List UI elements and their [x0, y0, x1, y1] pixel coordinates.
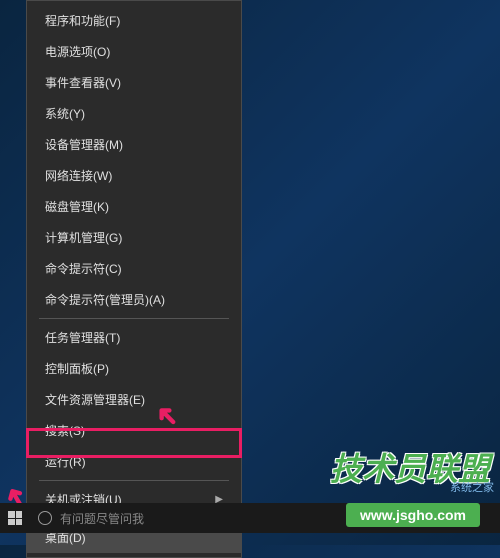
menu-separator — [39, 318, 229, 319]
menu-label: 任务管理器(T) — [45, 329, 120, 346]
cortana-search[interactable]: 有问题尽管问我 — [30, 510, 152, 527]
menu-item-control-panel[interactable]: 控制面板(P) — [27, 353, 241, 384]
menu-label: 搜索(S) — [45, 422, 85, 439]
menu-item-task-manager[interactable]: 任务管理器(T) — [27, 322, 241, 353]
menu-item-search[interactable]: 搜索(S) — [27, 415, 241, 446]
menu-item-device-manager[interactable]: 设备管理器(M) — [27, 129, 241, 160]
menu-separator — [39, 480, 229, 481]
cortana-icon — [38, 511, 52, 525]
menu-item-run[interactable]: 运行(R) — [27, 446, 241, 477]
menu-item-system[interactable]: 系统(Y) — [27, 98, 241, 129]
menu-label: 运行(R) — [45, 453, 86, 470]
menu-item-command-prompt-admin[interactable]: 命令提示符(管理员)(A) — [27, 284, 241, 315]
menu-item-disk-management[interactable]: 磁盘管理(K) — [27, 191, 241, 222]
menu-label: 文件资源管理器(E) — [45, 391, 145, 408]
menu-item-network-connections[interactable]: 网络连接(W) — [27, 160, 241, 191]
winx-context-menu: 程序和功能(F) 电源选项(O) 事件查看器(V) 系统(Y) 设备管理器(M)… — [26, 0, 242, 558]
menu-label: 设备管理器(M) — [45, 136, 123, 153]
windows-logo-icon — [8, 511, 22, 525]
watermark-small-text: 系统之家 — [450, 479, 494, 495]
menu-label: 计算机管理(G) — [45, 229, 122, 246]
menu-label: 控制面板(P) — [45, 360, 109, 377]
menu-item-programs-features[interactable]: 程序和功能(F) — [27, 5, 241, 36]
menu-item-command-prompt[interactable]: 命令提示符(C) — [27, 253, 241, 284]
menu-label: 命令提示符(C) — [45, 260, 122, 277]
search-placeholder: 有问题尽管问我 — [60, 510, 144, 527]
menu-label: 程序和功能(F) — [45, 12, 120, 29]
menu-item-file-explorer[interactable]: 文件资源管理器(E) — [27, 384, 241, 415]
menu-label: 命令提示符(管理员)(A) — [45, 291, 165, 308]
menu-label: 磁盘管理(K) — [45, 198, 109, 215]
menu-label: 网络连接(W) — [45, 167, 112, 184]
menu-label: 电源选项(O) — [45, 43, 110, 60]
menu-label: 系统(Y) — [45, 105, 85, 122]
watermark-url: www.jsgho.com — [346, 503, 480, 527]
start-button[interactable] — [0, 503, 30, 533]
menu-label: 事件查看器(V) — [45, 74, 121, 91]
menu-item-power-options[interactable]: 电源选项(O) — [27, 36, 241, 67]
menu-item-event-viewer[interactable]: 事件查看器(V) — [27, 67, 241, 98]
menu-item-computer-management[interactable]: 计算机管理(G) — [27, 222, 241, 253]
